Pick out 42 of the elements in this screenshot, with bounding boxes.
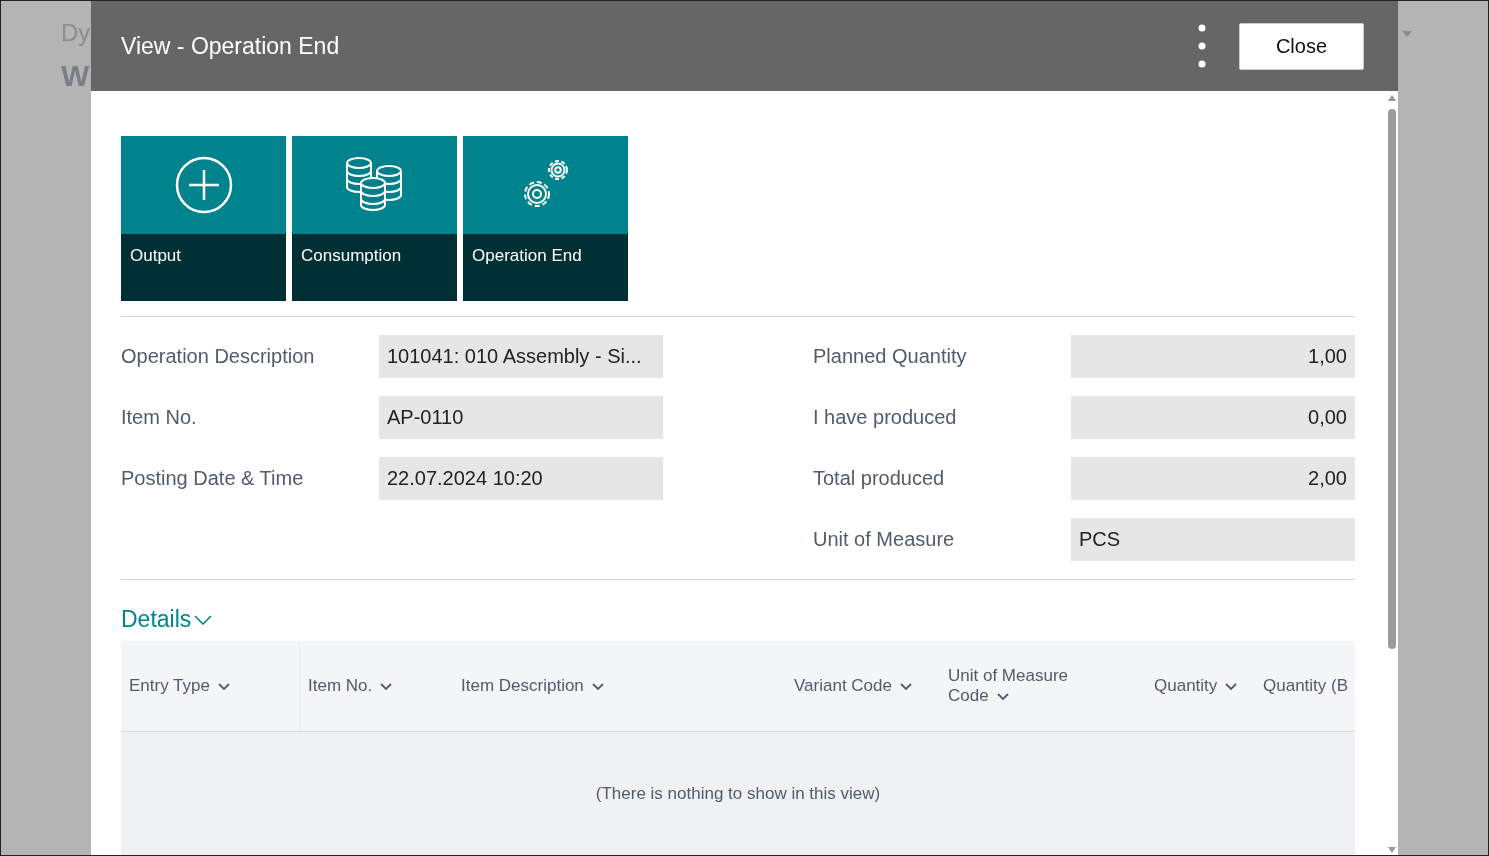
field-label: Operation Description	[121, 345, 316, 368]
plus-circle-icon	[173, 155, 234, 215]
coins-icon	[344, 157, 405, 213]
more-options-icon[interactable]	[1198, 24, 1206, 68]
details-toggle[interactable]: Details	[121, 606, 213, 633]
field-value[interactable]: PCS	[1071, 518, 1355, 561]
chevron-icon	[194, 614, 213, 625]
chevron-down-icon	[1225, 683, 1238, 691]
field-value[interactable]: 2,00	[1071, 457, 1355, 500]
column-header[interactable]: Unit of Measure Code	[948, 666, 1088, 706]
scroll-up-icon[interactable]	[1388, 95, 1396, 101]
field-label: Planned Quantity	[813, 345, 968, 368]
field-label: I have produced	[813, 406, 958, 429]
empty-message: (There is nothing to show in this view)	[594, 783, 882, 804]
field-value[interactable]: 1,00	[1071, 335, 1355, 378]
action-tile[interactable]: Consumption	[292, 136, 457, 301]
field-value[interactable]: 22.07.2024 10:20	[379, 457, 663, 500]
column-header[interactable]: Item Description	[461, 676, 604, 696]
column-header[interactable]: Variant Code	[794, 676, 912, 696]
chevron-down-icon	[996, 693, 1009, 701]
field-label: Unit of Measure	[813, 528, 956, 551]
chevron-down-icon	[217, 683, 230, 691]
field-value[interactable]: 0,00	[1071, 396, 1355, 439]
chevron-down-icon	[591, 683, 604, 691]
column-header[interactable]: Item No.	[308, 676, 393, 696]
window-title: View - Operation End	[121, 32, 341, 60]
column-header[interactable]: Quantity (B	[1263, 676, 1349, 696]
scroll-down-icon[interactable]	[1388, 847, 1396, 853]
column-header[interactable]: Quantity	[1154, 676, 1238, 696]
caret-icon	[1402, 31, 1412, 37]
field-value[interactable]: 101041: 010 Assembly - Si...	[379, 335, 663, 378]
field-value[interactable]: AP-0110	[379, 396, 663, 439]
action-tile[interactable]: Output	[121, 136, 286, 301]
field-label: Item No.	[121, 406, 198, 429]
action-tile[interactable]: Operation End	[463, 136, 628, 301]
chevron-down-icon	[380, 683, 393, 691]
field-label: Posting Date & Time	[121, 467, 305, 490]
page-subtitle: W	[61, 59, 90, 93]
chevron-down-icon	[899, 683, 912, 691]
column-header[interactable]: Entry Type	[129, 676, 230, 696]
field-label: Total produced	[813, 467, 946, 490]
close-button[interactable]: Close	[1239, 22, 1364, 70]
